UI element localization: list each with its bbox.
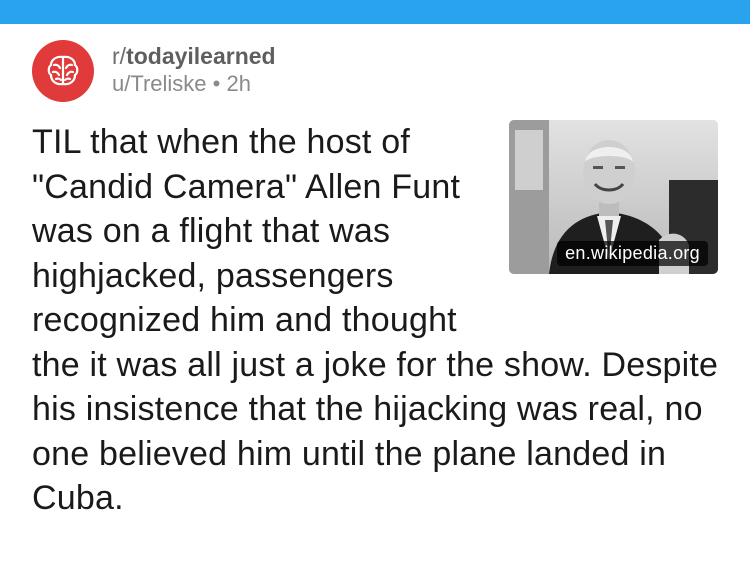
top-status-bar xyxy=(0,0,750,24)
brain-icon xyxy=(47,55,79,86)
subreddit-name: todayilearned xyxy=(126,43,276,69)
thumbnail-spacer xyxy=(480,120,722,334)
post-title[interactable]: TIL that when the host of "Candid Camera… xyxy=(32,120,722,521)
subreddit-prefix: r/ xyxy=(112,43,127,69)
post-byline[interactable]: u/Treliske • 2h xyxy=(112,71,276,97)
subreddit-link[interactable]: r/todayilearned xyxy=(112,43,276,69)
post-meta: r/todayilearned u/Treliske • 2h xyxy=(112,43,276,97)
subreddit-avatar[interactable] xyxy=(32,40,94,102)
